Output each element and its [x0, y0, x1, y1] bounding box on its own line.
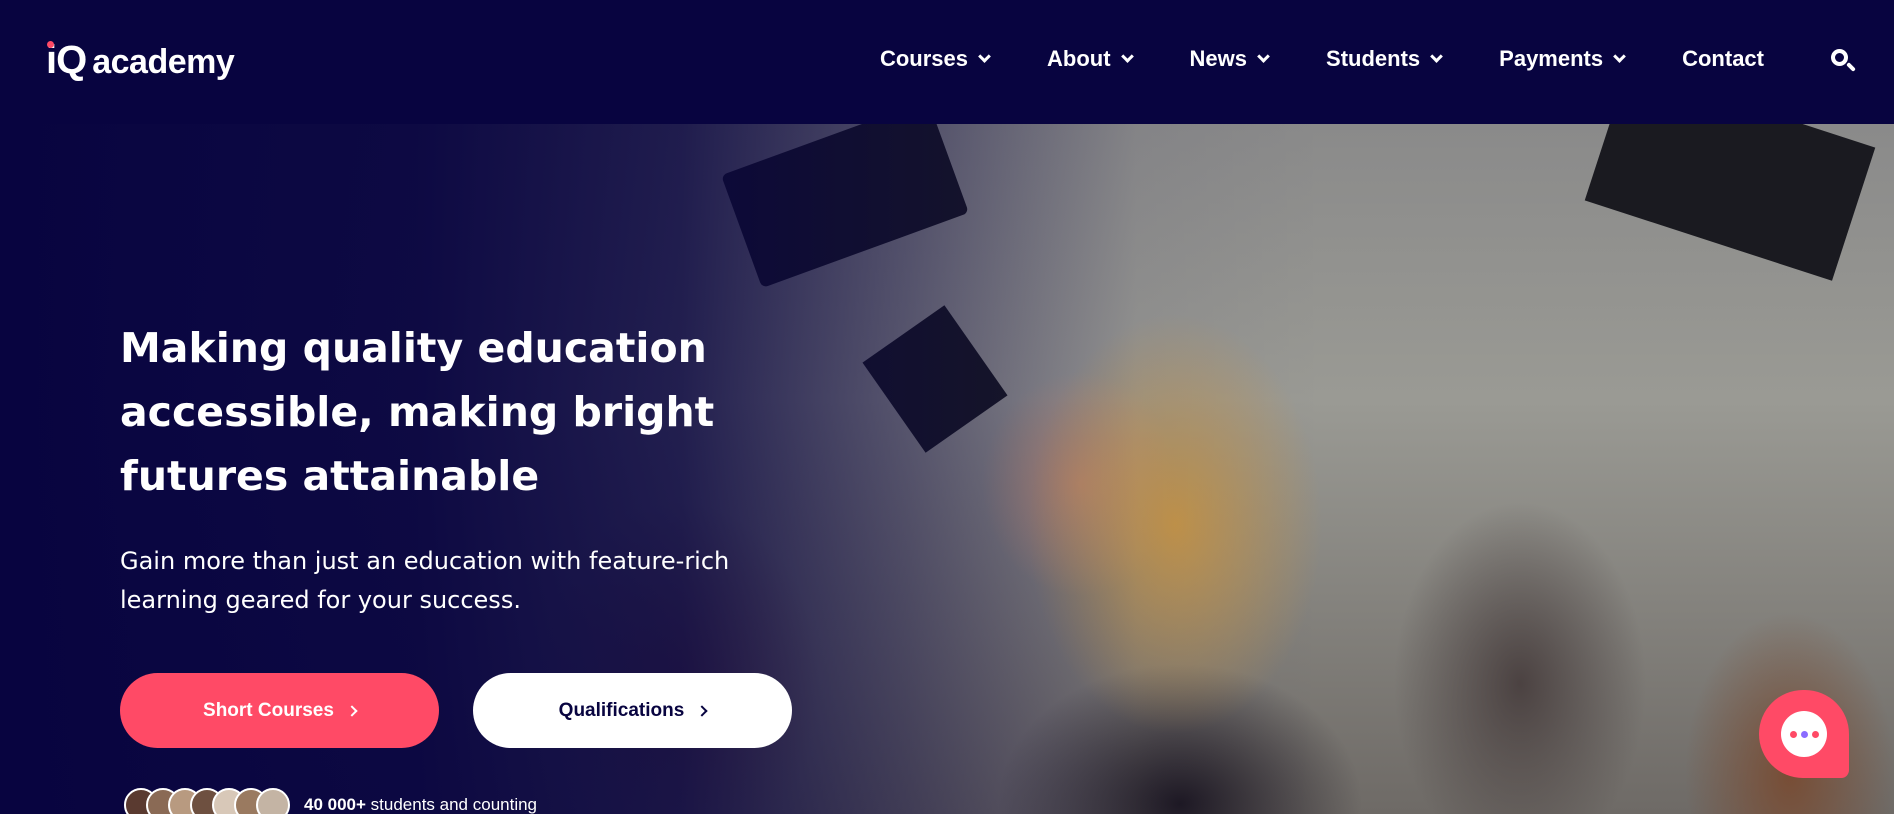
chat-dot: [1811, 730, 1819, 738]
search-icon-handle: [1846, 62, 1856, 72]
logo-word: academy: [92, 43, 235, 81]
nav-news-label: News: [1189, 46, 1248, 71]
hero-section: Making quality education accessible, mak…: [0, 124, 1894, 814]
nav-students-label: Students: [1326, 46, 1421, 71]
nav-contact[interactable]: Contact: [1682, 46, 1764, 72]
search-icon-ring: [1831, 49, 1848, 66]
nav-news[interactable]: News: [1189, 46, 1270, 72]
qualifications-label: Qualifications: [558, 699, 685, 721]
brand-logo[interactable]: iQ academy: [46, 38, 235, 83]
chevron-down-icon: [1613, 50, 1626, 63]
short-courses-button[interactable]: Short Courses: [120, 673, 439, 748]
chevron-down-icon: [1430, 50, 1444, 63]
nav-payments-label: Payments: [1499, 46, 1604, 71]
qualifications-button[interactable]: Qualifications: [473, 673, 792, 748]
chevron-down-icon: [978, 50, 991, 63]
main-nav: Courses About News Students Payments Con…: [880, 46, 1764, 72]
avatar-stack: [124, 788, 290, 814]
chevron-right-icon: [696, 704, 708, 717]
chat-dot: [1800, 730, 1808, 738]
nav-students[interactable]: Students: [1326, 46, 1444, 72]
chevron-right-icon: [346, 704, 358, 717]
avatar: [256, 788, 290, 814]
site-header: iQ academy Courses About News Students P…: [0, 0, 1894, 124]
nav-about-label: About: [1047, 46, 1111, 71]
nav-payments[interactable]: Payments: [1499, 46, 1626, 72]
hero-subtext: Gain more than just an education with fe…: [120, 547, 730, 614]
chevron-down-icon: [1257, 50, 1270, 63]
hero-headline: Making quality education accessible, mak…: [120, 324, 715, 500]
chat-widget-button[interactable]: [1759, 690, 1849, 778]
student-social-proof: 40 000+ students and counting: [124, 788, 537, 814]
students-count-suffix: students and counting: [365, 795, 538, 814]
logo-iq: iQ: [46, 38, 87, 83]
chat-dot: [1789, 730, 1797, 738]
logo-dot: [47, 41, 54, 48]
nav-contact-label: Contact: [1682, 46, 1764, 71]
students-count-text: 40 000+ students and counting: [304, 795, 537, 814]
nav-courses-label: Courses: [879, 46, 969, 71]
nav-courses[interactable]: Courses: [879, 46, 991, 72]
students-count: 40 000+: [304, 795, 366, 814]
short-courses-label: Short Courses: [203, 699, 334, 721]
search-icon[interactable]: [1829, 47, 1857, 75]
chat-bubble-icon: [1781, 711, 1827, 757]
nav-about[interactable]: About: [1047, 46, 1134, 72]
chevron-down-icon: [1120, 50, 1134, 63]
